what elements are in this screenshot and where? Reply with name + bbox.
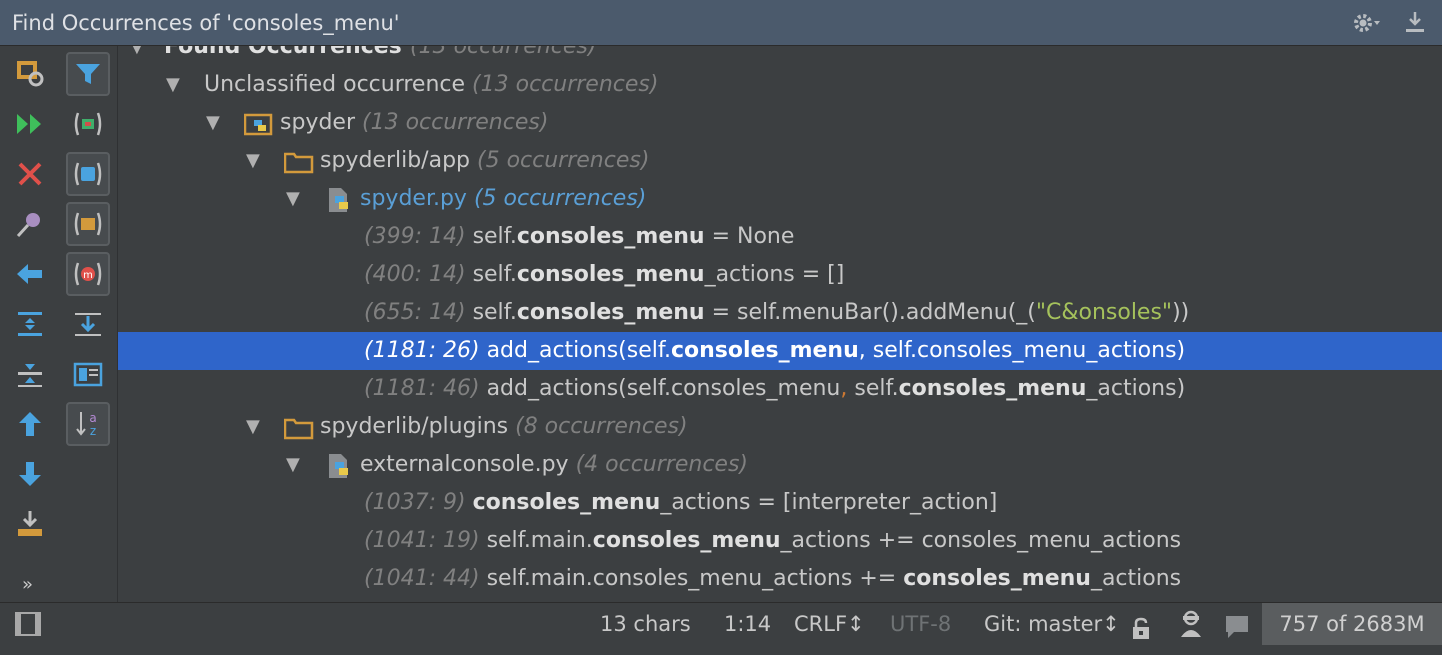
group-by-type-icon[interactable] bbox=[66, 152, 110, 196]
occurrences-tree[interactable]: ▼ Found Occurrences (13 occurrences) ▼ U… bbox=[118, 46, 1442, 602]
down-icon[interactable] bbox=[8, 452, 52, 496]
chevron-down-icon[interactable]: ▼ bbox=[286, 446, 306, 484]
svg-text:a: a bbox=[89, 411, 96, 425]
python-module-folder-icon bbox=[243, 111, 273, 136]
folder-icon bbox=[283, 149, 314, 174]
status-bar: 13 chars 1:14 CRLF↕ UTF-8 Git: master↕ 7… bbox=[0, 602, 1442, 645]
svg-text:m: m bbox=[83, 270, 93, 281]
rerun-icon[interactable] bbox=[8, 50, 52, 94]
group-label: Unclassified occurrence (13 occurrences) bbox=[204, 72, 659, 97]
chevron-down-icon[interactable]: ▼ bbox=[286, 180, 306, 218]
svg-text:z: z bbox=[90, 424, 96, 438]
left-toolbar: » bbox=[0, 46, 60, 602]
run-icon[interactable] bbox=[8, 102, 52, 146]
close-icon[interactable] bbox=[8, 152, 52, 196]
autoscroll-icon[interactable] bbox=[66, 302, 110, 346]
directory-label: spyderlib/plugins (8 occurrences) bbox=[320, 414, 688, 439]
pin-icon[interactable] bbox=[8, 202, 52, 246]
sort-icon[interactable]: az bbox=[66, 402, 110, 446]
chevron-down-icon[interactable]: ▼ bbox=[246, 408, 266, 446]
file-encoding[interactable]: UTF-8 bbox=[890, 603, 951, 645]
usage-row[interactable]: (399: 14) self.consoles_menu = None bbox=[118, 218, 1442, 256]
module-label: spyder (13 occurrences) bbox=[280, 110, 549, 135]
tree-node-file[interactable]: ▼ externalconsole.py (4 occurrences) bbox=[118, 446, 1442, 484]
export-icon[interactable] bbox=[8, 502, 52, 546]
expand-all-icon[interactable] bbox=[8, 302, 52, 346]
usage-row[interactable]: (1041: 19) self.main.consoles_menu_actio… bbox=[118, 522, 1442, 560]
panel-toggle-icon[interactable] bbox=[14, 610, 42, 638]
tree-node-file[interactable]: ▼ spyder.py (5 occurrences) bbox=[118, 180, 1442, 218]
chevron-down-icon[interactable]: ▼ bbox=[206, 104, 226, 142]
tree-node-group[interactable]: ▼ Unclassified occurrence (13 occurrence… bbox=[118, 66, 1442, 104]
group-by-method-icon[interactable]: m bbox=[66, 252, 110, 296]
usage-row[interactable]: (1041: 44) self.main.consoles_menu_actio… bbox=[118, 560, 1442, 598]
chevron-down-icon[interactable]: ▼ bbox=[166, 66, 186, 104]
tree-node-root[interactable]: ▼ Found Occurrences (13 occurrences) bbox=[118, 46, 1442, 66]
lock-icon[interactable] bbox=[1130, 613, 1152, 639]
usage-row[interactable]: (400: 14) self.consoles_menu_actions = [… bbox=[118, 256, 1442, 294]
up-icon[interactable] bbox=[8, 402, 52, 446]
line-separator[interactable]: CRLF↕ bbox=[794, 603, 865, 645]
memory-indicator[interactable]: 757 of 2683M bbox=[1262, 603, 1442, 645]
selection-chars: 13 chars bbox=[600, 612, 691, 636]
tree-node-directory[interactable]: ▼ spyderlib/plugins (8 occurrences) bbox=[118, 408, 1442, 446]
more-icon[interactable]: » bbox=[22, 574, 33, 595]
file-label: externalconsole.py (4 occurrences) bbox=[360, 452, 748, 477]
folder-icon bbox=[283, 415, 314, 440]
chevron-down-icon[interactable]: ▼ bbox=[130, 46, 150, 66]
group-by-module-icon[interactable] bbox=[66, 102, 110, 146]
group-by-directory-icon[interactable] bbox=[66, 202, 110, 246]
collapse-all-icon[interactable] bbox=[8, 352, 52, 396]
tool-window-header: Find Occurrences of 'consoles_menu' bbox=[0, 0, 1442, 46]
usage-row[interactable]: (655: 14) self.consoles_menu = self.menu… bbox=[118, 294, 1442, 332]
tool-window-title: Find Occurrences of 'consoles_menu' bbox=[12, 10, 400, 35]
usage-row-selected[interactable]: (1181: 26) add_actions(self.consoles_men… bbox=[118, 332, 1442, 370]
gear-icon[interactable] bbox=[1352, 8, 1382, 38]
python-file-icon bbox=[326, 187, 354, 212]
usage-row[interactable]: (1037: 9) consoles_menu_actions = [inter… bbox=[118, 484, 1442, 522]
git-branch[interactable]: Git: master↕ bbox=[984, 603, 1120, 645]
group-toolbar: m az bbox=[60, 46, 118, 602]
hide-icon[interactable] bbox=[1400, 8, 1430, 38]
tree-node-module[interactable]: ▼ spyder (13 occurrences) bbox=[118, 104, 1442, 142]
event-log-icon[interactable] bbox=[1224, 612, 1250, 638]
chevron-down-icon[interactable]: ▼ bbox=[246, 142, 266, 180]
tree-node-directory[interactable]: ▼ spyderlib/app (5 occurrences) bbox=[118, 142, 1442, 180]
directory-label: spyderlib/app (5 occurrences) bbox=[320, 148, 650, 173]
filter-icon[interactable] bbox=[66, 52, 110, 96]
usage-row[interactable]: (1181: 46) add_actions(self.consoles_men… bbox=[118, 370, 1442, 408]
python-file-icon bbox=[326, 453, 354, 478]
file-label: spyder.py (5 occurrences) bbox=[360, 186, 647, 211]
caret-position[interactable]: 1:14 bbox=[724, 603, 771, 645]
preview-icon[interactable] bbox=[66, 352, 110, 396]
inspector-icon[interactable] bbox=[1176, 609, 1206, 639]
previous-icon[interactable] bbox=[8, 252, 52, 296]
